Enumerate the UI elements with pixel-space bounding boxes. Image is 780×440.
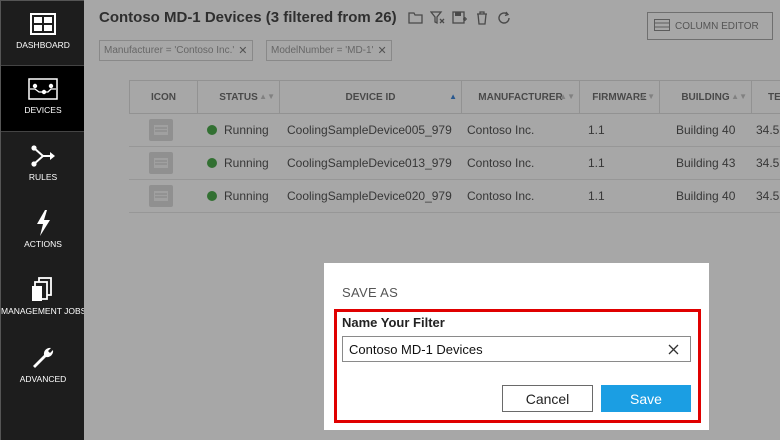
filter-name-label: Name Your Filter	[342, 315, 445, 330]
save-button[interactable]: Save	[601, 385, 691, 412]
sidebar-item-devices[interactable]: DEVICES	[1, 65, 85, 132]
filter-name-input[interactable]	[342, 336, 691, 362]
sidebar-item-actions[interactable]: ACTIONS	[1, 200, 85, 267]
sidebar-item-rules[interactable]: RULES	[1, 133, 85, 200]
sidebar-item-advanced[interactable]: ADVANCED	[1, 335, 85, 402]
sidebar-item-label: DASHBOARD	[16, 40, 70, 50]
rules-icon	[1, 143, 85, 169]
sidebar-item-dashboard[interactable]: DASHBOARD	[1, 1, 85, 68]
sidebar-item-label: ADVANCED	[19, 374, 67, 384]
sidebar-item-label: RULES	[28, 172, 58, 182]
dashboard-icon	[1, 11, 85, 37]
devices-icon	[1, 76, 85, 102]
clear-input-icon[interactable]	[663, 339, 683, 359]
save-as-dialog: SAVE AS Name Your Filter Cancel Save	[324, 263, 709, 430]
sidebar-item-label: MANAGEMENT JOBS	[1, 306, 87, 316]
sidebar-nav: DASHBOARD DEVICES RULES ACTIONS MANAGEME…	[0, 0, 87, 440]
lightning-icon	[1, 210, 85, 236]
sidebar-item-label: ACTIONS	[24, 239, 62, 249]
sidebar-item-management-jobs[interactable]: MANAGEMENT JOBS	[1, 267, 87, 334]
wrench-icon	[1, 345, 85, 371]
dialog-title: SAVE AS	[342, 285, 399, 300]
jobs-icon	[1, 277, 85, 303]
sidebar-item-label: DEVICES	[24, 105, 62, 115]
cancel-button[interactable]: Cancel	[502, 385, 593, 412]
